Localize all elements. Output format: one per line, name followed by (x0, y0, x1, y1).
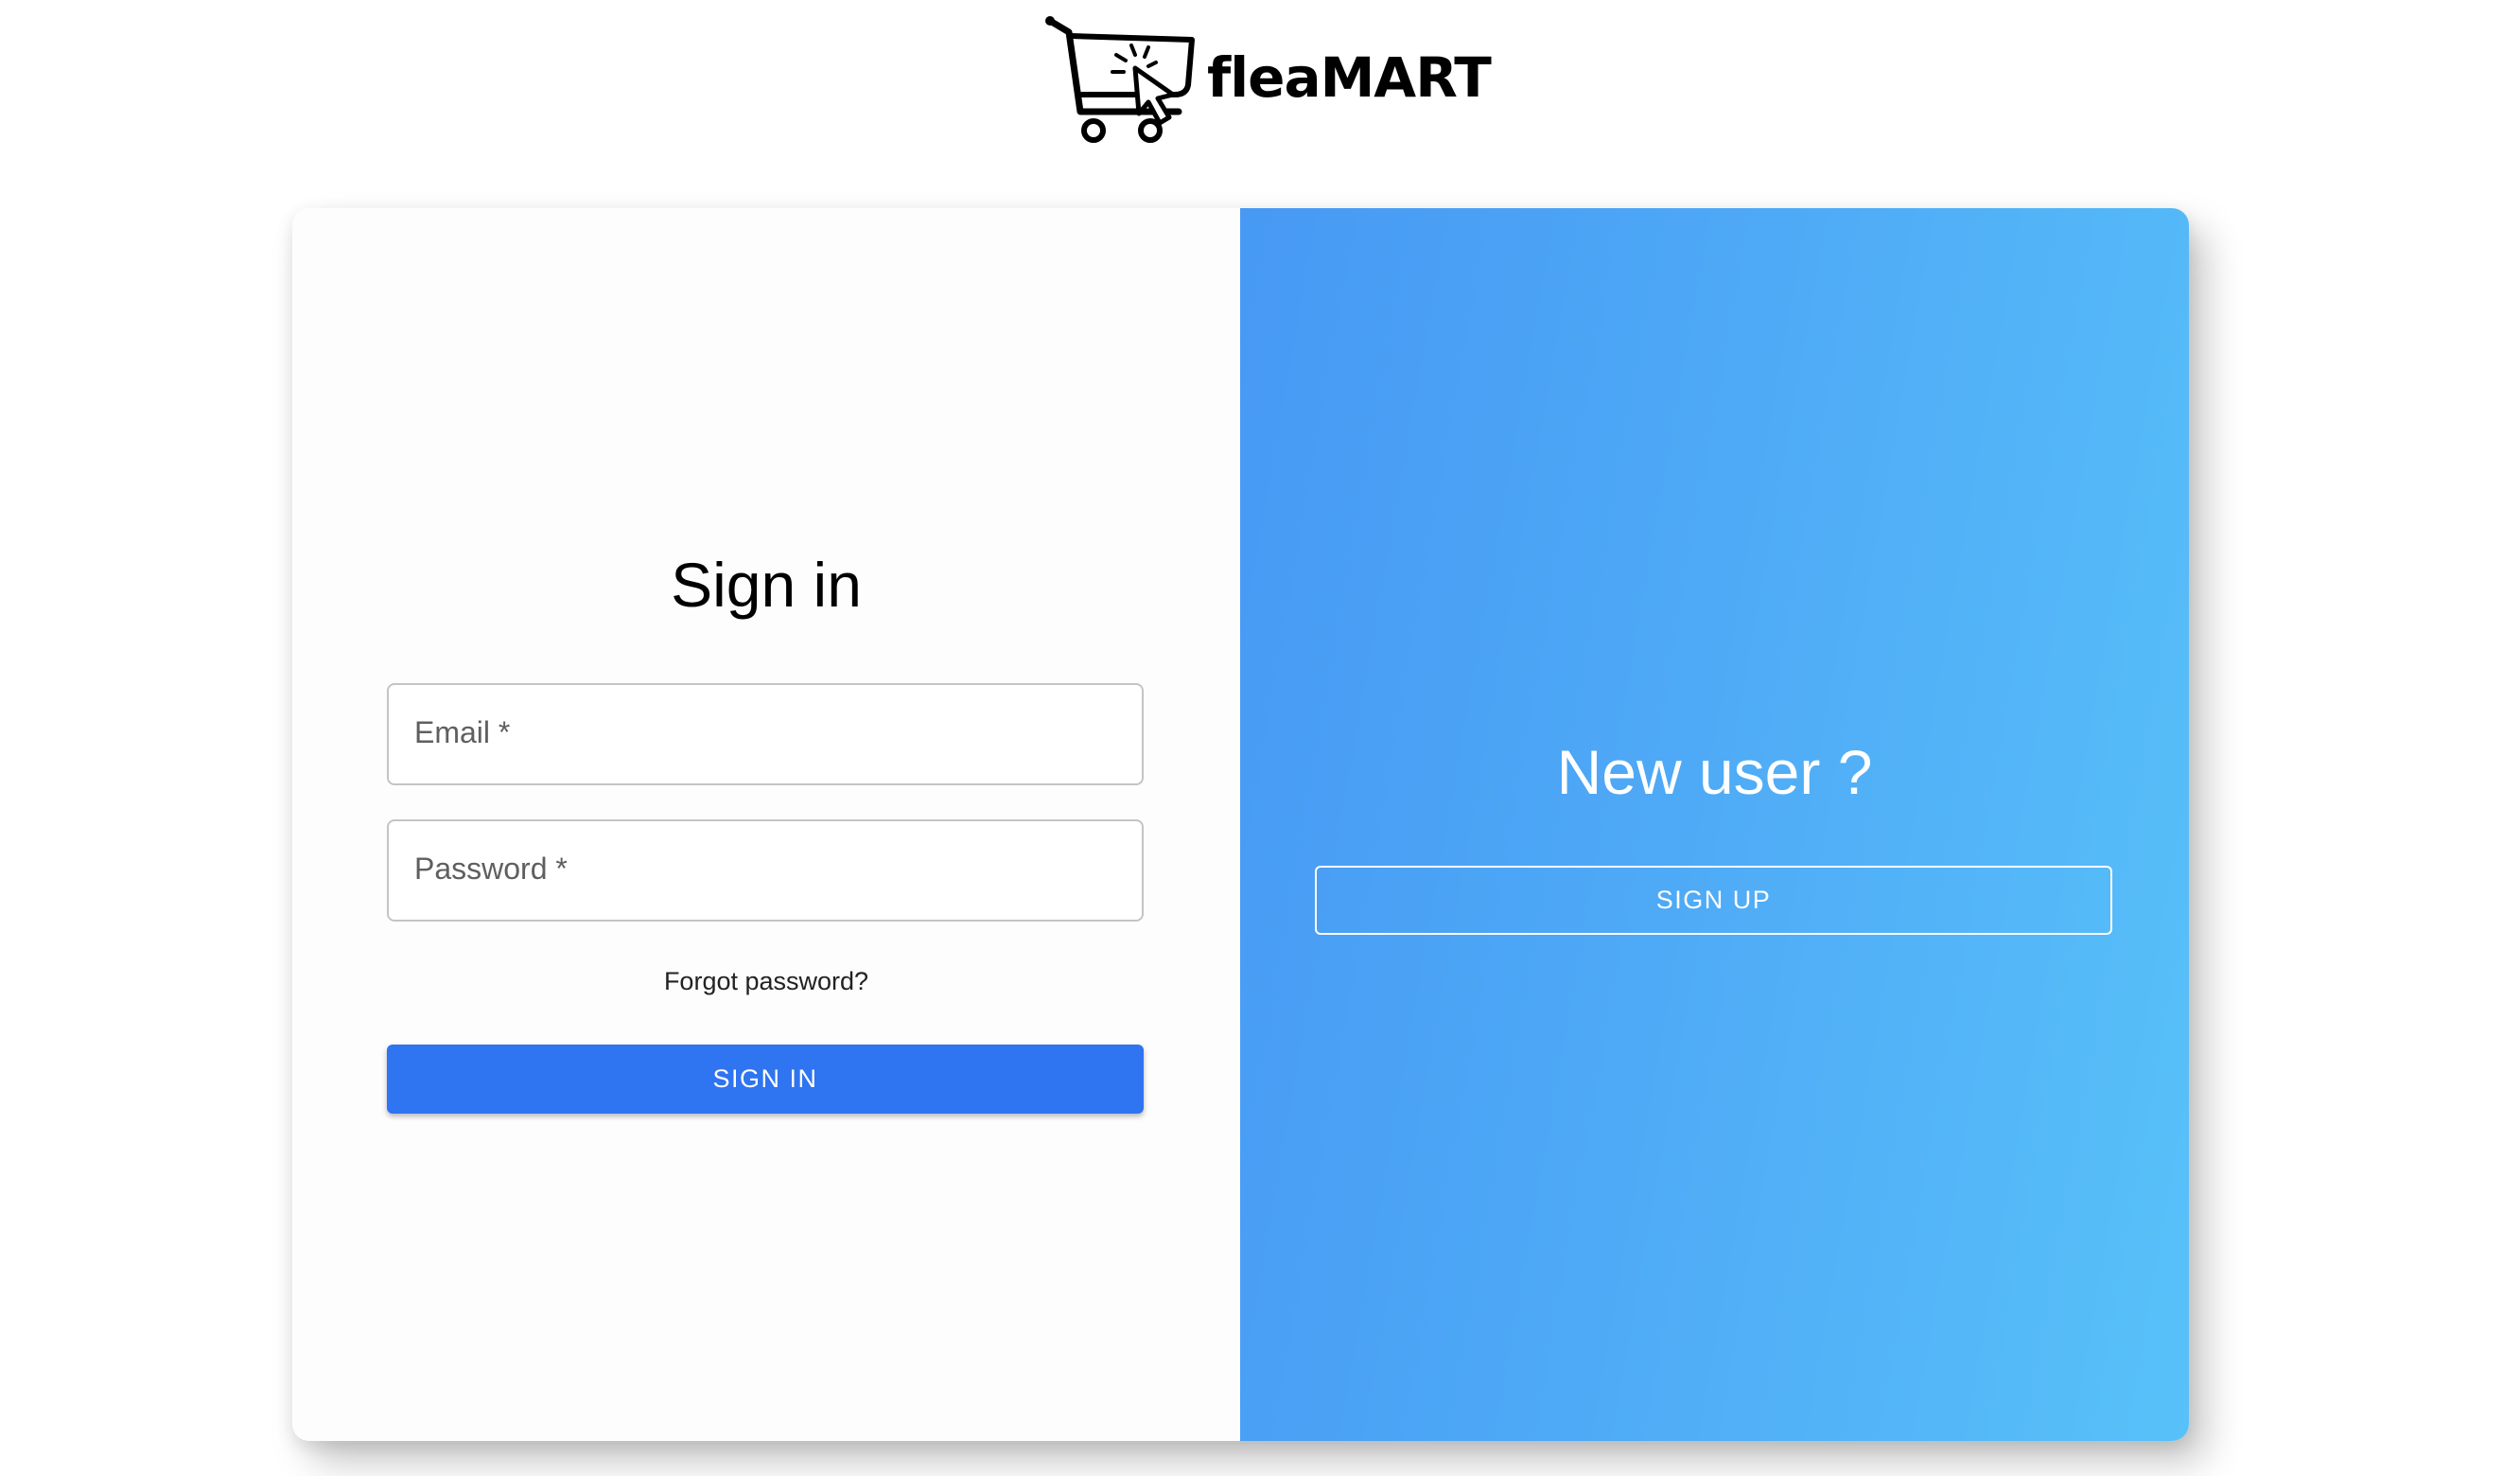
page-header: fleaMART (0, 0, 2520, 151)
email-label: Email * (414, 715, 511, 749)
signin-panel: Sign in Email * Password * Forgot passwo… (292, 208, 1240, 1441)
brand-logo[interactable]: fleaMART (1037, 8, 1492, 149)
password-field[interactable]: Password * (387, 819, 1144, 922)
brand-name: fleaMART (1207, 45, 1492, 110)
signup-button[interactable]: SIGN UP (1315, 866, 2112, 935)
signin-button[interactable]: SIGN IN (387, 1045, 1144, 1114)
signin-title: Sign in (671, 550, 862, 620)
shopping-cart-cursor-icon (1045, 16, 1195, 143)
new-user-title: New user ? (1556, 737, 1873, 807)
email-field[interactable]: Email * (387, 683, 1144, 785)
forgot-password-link[interactable]: Forgot password? (292, 967, 1240, 996)
auth-card: Sign in Email * Password * Forgot passwo… (292, 208, 2189, 1441)
signup-panel: New user ? SIGN UP (1240, 208, 2189, 1441)
password-label: Password * (414, 852, 568, 886)
